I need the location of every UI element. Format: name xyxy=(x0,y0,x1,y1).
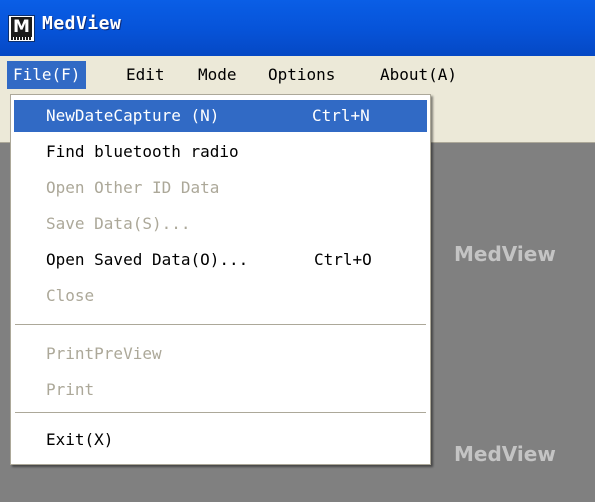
workspace-label: MedView xyxy=(454,242,556,266)
menu-item-close: Close xyxy=(14,280,427,312)
window-title: MedView xyxy=(42,13,122,34)
menu-about[interactable]: About(A) xyxy=(380,61,457,89)
menu-item-label: Close xyxy=(46,286,95,305)
menu-separator xyxy=(15,412,426,413)
menu-item-label: Open Other ID Data xyxy=(46,178,220,197)
menu-item-open-saved-data[interactable]: Open Saved Data(O)... Ctrl+O xyxy=(14,244,427,276)
menu-item-find-bluetooth-radio[interactable]: Find bluetooth radio xyxy=(14,136,427,168)
file-dropdown-menu: NewDateCapture (N) Ctrl+N Find bluetooth… xyxy=(10,94,431,465)
menu-options[interactable]: Options xyxy=(268,61,335,89)
menu-item-label: NewDateCapture (N) xyxy=(46,106,220,125)
menu-separator xyxy=(15,324,426,325)
app-icon-letter: M xyxy=(11,17,32,37)
menu-item-label: Open Saved Data(O)... xyxy=(46,250,249,269)
menu-item-label: Find bluetooth radio xyxy=(46,142,239,161)
menu-item-shortcut: Ctrl+N xyxy=(312,106,370,125)
app-icon[interactable]: M xyxy=(8,15,35,42)
menu-file[interactable]: File(F) xyxy=(7,61,87,89)
menu-mode[interactable]: Mode xyxy=(198,61,237,89)
menu-item-label: Exit(X) xyxy=(46,430,114,449)
workspace-label: MedView xyxy=(454,442,556,466)
menu-item-open-other-id-data: Open Other ID Data xyxy=(14,172,427,204)
app-icon-barcode xyxy=(11,37,32,40)
menu-bar: File(F) Edit Mode Options About(A) xyxy=(0,56,595,94)
menu-item-save-data: Save Data(S)... xyxy=(14,208,427,240)
menu-item-exit[interactable]: Exit(X) xyxy=(14,424,427,456)
menu-item-print: Print xyxy=(14,374,427,406)
menu-item-new-data-capture[interactable]: NewDateCapture (N) Ctrl+N xyxy=(14,100,427,132)
menu-edit[interactable]: Edit xyxy=(126,61,165,89)
menu-item-print-preview: PrintPreView xyxy=(14,338,427,370)
menu-item-label: Print xyxy=(46,380,95,399)
menu-item-label: PrintPreView xyxy=(46,344,162,363)
menu-item-label: Save Data(S)... xyxy=(46,214,191,233)
title-bar[interactable]: M MedView xyxy=(0,0,595,56)
menu-item-shortcut: Ctrl+O xyxy=(314,250,372,269)
